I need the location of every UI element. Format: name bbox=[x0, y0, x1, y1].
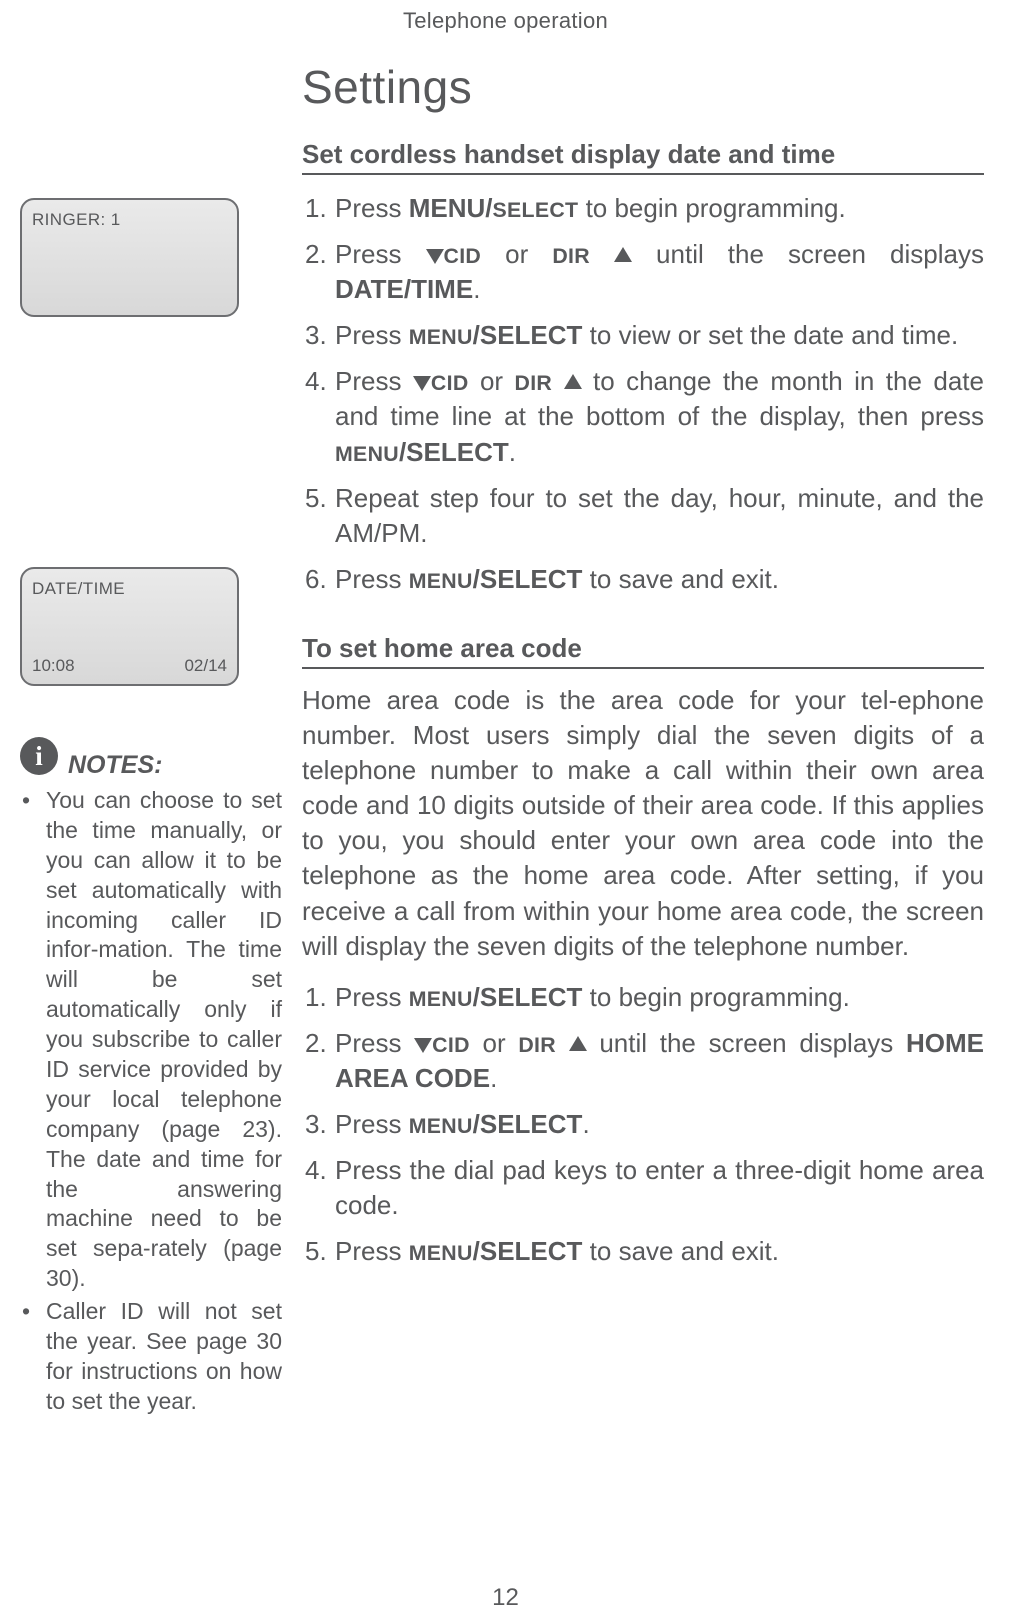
text: until the screen displays bbox=[632, 239, 984, 269]
text: Press bbox=[335, 1109, 409, 1139]
text: to begin programming. bbox=[578, 193, 845, 223]
cid-label: CID bbox=[444, 244, 482, 268]
text: to view or set the date and time. bbox=[582, 320, 958, 350]
step-6: Press MENU/SELECT to save and exit. bbox=[302, 562, 984, 597]
text: or bbox=[481, 239, 552, 269]
cid-label: CID bbox=[431, 371, 469, 395]
text: Press bbox=[335, 193, 409, 223]
text-smallcaps: SELECT bbox=[492, 198, 578, 222]
notes-label: NOTES: bbox=[68, 751, 162, 779]
screen-line-1: DATE/TIME bbox=[32, 579, 227, 599]
text: to save and exit. bbox=[582, 1236, 779, 1266]
notes-list: You can choose to set the time manually,… bbox=[20, 786, 282, 1417]
step-5: Press MENU/SELECT to save and exit. bbox=[302, 1234, 984, 1269]
triangle-up-icon bbox=[569, 1036, 587, 1051]
screen-time: 10:08 bbox=[32, 656, 75, 676]
cid-label: CID bbox=[432, 1033, 470, 1057]
text: . bbox=[490, 1063, 497, 1093]
notes-header: i NOTES: bbox=[20, 751, 282, 780]
text: Press bbox=[335, 366, 413, 396]
handset-screen-datetime: DATE/TIME 10:08 02/14 bbox=[20, 567, 239, 686]
text-smallcaps: MENU bbox=[409, 1114, 473, 1138]
area-code-steps: Press MENU/SELECT to begin programming. … bbox=[302, 980, 984, 1270]
text: Press bbox=[335, 1236, 409, 1266]
text-bold: /SELECT bbox=[473, 320, 583, 350]
screen-bottom-row: 10:08 02/14 bbox=[32, 656, 227, 676]
text: Press bbox=[335, 320, 409, 350]
text: or bbox=[469, 366, 515, 396]
text: . bbox=[582, 1109, 589, 1139]
text: until the screen displays bbox=[587, 1028, 906, 1058]
sidebar: RINGER: 1 DATE/TIME 10:08 02/14 i NOTES:… bbox=[20, 198, 282, 1420]
step-3: Press MENU/SELECT. bbox=[302, 1107, 984, 1142]
step-5: Repeat step four to set the day, hour, m… bbox=[302, 481, 984, 551]
text-smallcaps: MENU bbox=[409, 569, 473, 593]
note-item: You can choose to set the time manually,… bbox=[20, 786, 282, 1294]
triangle-down-icon bbox=[426, 249, 444, 264]
triangle-up-icon bbox=[614, 247, 632, 262]
step-2: Press CID or DIR until the screen displa… bbox=[302, 237, 984, 307]
note-item: Caller ID will not set the year. See pag… bbox=[20, 1297, 282, 1417]
step-1: Press MENU/SELECT to begin programming. bbox=[302, 191, 984, 226]
text-smallcaps: MENU bbox=[409, 1241, 473, 1265]
main-content: Settings Set cordless handset display da… bbox=[302, 60, 984, 1305]
text-bold: /SELECT bbox=[473, 1109, 583, 1139]
text: to save and exit. bbox=[582, 564, 779, 594]
triangle-up-icon bbox=[564, 374, 582, 389]
dir-label: DIR bbox=[518, 1033, 556, 1057]
info-icon: i bbox=[20, 737, 58, 775]
date-time-steps: Press MENU/SELECT to begin programming. … bbox=[302, 191, 984, 597]
screen-line-1: RINGER: 1 bbox=[32, 210, 227, 230]
text-bold: /SELECT bbox=[473, 1236, 583, 1266]
step-1: Press MENU/SELECT to begin programming. bbox=[302, 980, 984, 1015]
step-3: Press MENU/SELECT to view or set the dat… bbox=[302, 318, 984, 353]
text-bold: DATE/TIME bbox=[335, 274, 473, 304]
text-bold: MENU/ bbox=[409, 193, 493, 223]
dir-label: DIR bbox=[515, 371, 553, 395]
step-2: Press CID or DIR until the screen displa… bbox=[302, 1026, 984, 1096]
triangle-down-icon bbox=[413, 376, 431, 391]
text-bold: /SELECT bbox=[473, 982, 583, 1012]
text: . bbox=[473, 274, 480, 304]
text-smallcaps: MENU bbox=[409, 987, 473, 1011]
step-4: Press CID or DIR to change the month in … bbox=[302, 364, 984, 469]
text: to begin programming. bbox=[582, 982, 849, 1012]
text: Press bbox=[335, 982, 409, 1012]
text: . bbox=[509, 437, 516, 467]
subsection-date-time: Set cordless handset display date and ti… bbox=[302, 139, 984, 175]
text-bold: /SELECT bbox=[399, 437, 509, 467]
section-title: Settings bbox=[302, 60, 984, 114]
text-bold: /SELECT bbox=[473, 564, 583, 594]
triangle-down-icon bbox=[414, 1038, 432, 1053]
text: Press bbox=[335, 1028, 414, 1058]
notes-block: i NOTES: You can choose to set the time … bbox=[20, 751, 282, 1417]
screen-date: 02/14 bbox=[184, 656, 227, 676]
text: Press bbox=[335, 239, 426, 269]
dir-label: DIR bbox=[552, 244, 590, 268]
text: Press bbox=[335, 564, 409, 594]
handset-screen-ringer: RINGER: 1 bbox=[20, 198, 239, 317]
subsection-area-code: To set home area code bbox=[302, 633, 984, 669]
text: or bbox=[470, 1028, 519, 1058]
text-smallcaps: MENU bbox=[335, 442, 399, 466]
text-smallcaps: MENU bbox=[409, 325, 473, 349]
area-code-intro: Home area code is the area code for your… bbox=[302, 683, 984, 964]
page-number: 12 bbox=[0, 1584, 1011, 1612]
page-header: Telephone operation bbox=[0, 0, 1011, 34]
step-4: Press the dial pad keys to enter a three… bbox=[302, 1153, 984, 1223]
